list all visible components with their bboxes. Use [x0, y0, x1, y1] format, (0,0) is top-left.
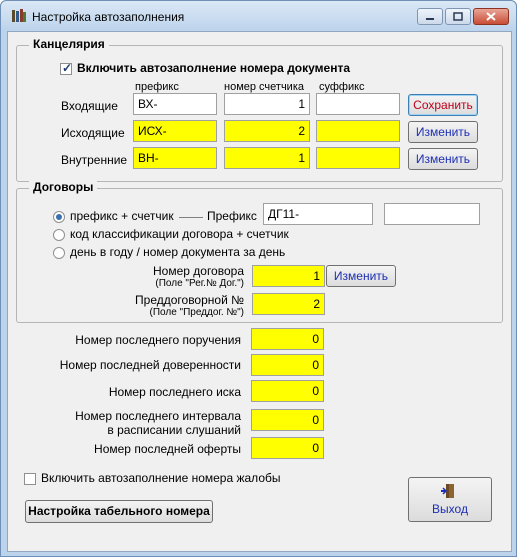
last-offer-field[interactable]: 0 [251, 437, 324, 459]
last-interval-label: Номер последнего интервала в расписании … [75, 409, 241, 437]
internal-counter-field[interactable]: 1 [224, 147, 310, 169]
complaint-label: Включить автозаполнение номера жалобы [41, 471, 281, 485]
radio-day-of-year[interactable] [53, 247, 65, 259]
outgoing-suffix-field[interactable] [316, 120, 400, 142]
contracts-legend: Договоры [29, 180, 98, 194]
radio-prefix-counter-label: префикс + счетчик [70, 209, 174, 223]
last-lawsuit-label: Номер последнего иска [108, 385, 241, 399]
contract-change-button[interactable]: Изменить [326, 265, 396, 287]
radio-prefix-counter[interactable] [53, 211, 65, 223]
books-icon [12, 9, 26, 22]
last-order-field[interactable]: 0 [251, 328, 324, 350]
close-icon [486, 12, 496, 21]
office-group: Канцелярия Включить автозаполнение номер… [16, 37, 503, 182]
minimize-icon [426, 18, 434, 20]
title-bar: Настройка автозаполнения [1, 1, 516, 31]
contract-suffix-field[interactable] [384, 203, 480, 225]
radio-classification-code-label: код классификации договора + счетчик [70, 227, 289, 241]
last-lawsuit-field[interactable]: 0 [251, 380, 324, 402]
internal-prefix-field[interactable]: ВН- [133, 147, 217, 169]
settings-window: Настройка автозаполнения Канцелярия Вклю… [0, 0, 517, 557]
row-incoming-label: Входящие [61, 99, 118, 113]
col-prefix-header: префикс [135, 81, 179, 93]
exit-label: Выход [432, 502, 468, 516]
incoming-suffix-field[interactable] [316, 93, 400, 115]
tab-number-settings-button[interactable]: Настройка табельного номера [25, 500, 213, 523]
radio-classification-code[interactable] [53, 229, 65, 241]
incoming-counter-field[interactable]: 1 [224, 93, 310, 115]
prefix-divider [179, 217, 203, 218]
maximize-icon [453, 12, 463, 21]
contract-number-field[interactable]: 1 [252, 265, 325, 287]
outgoing-counter-field[interactable]: 2 [224, 120, 310, 142]
outgoing-prefix-field[interactable]: ИСХ- [133, 120, 217, 142]
enable-doc-number-label: Включить автозаполнение номера документа [77, 61, 351, 75]
enable-doc-number-checkbox[interactable] [60, 61, 72, 75]
incoming-prefix-field[interactable]: ВХ- [133, 93, 217, 115]
close-button[interactable] [473, 8, 509, 25]
complaint-checkbox[interactable] [24, 473, 36, 485]
pre-contract-note: (Поле "Преддог. №") [149, 307, 245, 318]
exit-button[interactable]: Выход [408, 477, 492, 522]
contract-number-note: (Поле "Рег.№ Дог.") [155, 278, 244, 289]
maximize-button[interactable] [445, 8, 471, 25]
save-button[interactable]: Сохранить [408, 94, 478, 116]
row-internal-label: Внутренние [61, 153, 128, 167]
internal-suffix-field[interactable] [316, 147, 400, 169]
internal-change-button[interactable]: Изменить [408, 148, 478, 170]
contract-number-label: Номер договора [153, 264, 244, 278]
outgoing-change-button[interactable]: Изменить [408, 121, 478, 143]
radio-day-of-year-label: день в году / номер документа за день [70, 245, 286, 259]
client-area: Канцелярия Включить автозаполнение номер… [7, 31, 512, 552]
exit-door-icon [441, 484, 454, 498]
col-counter-header: номер счетчика [224, 81, 304, 93]
window-title: Настройка автозаполнения [32, 10, 185, 24]
last-order-label: Номер последнего поручения [75, 333, 241, 347]
contracts-group: Договоры префикс + счетчик Префикс ДГ11-… [16, 180, 503, 323]
last-interval-field[interactable]: 0 [251, 409, 324, 431]
last-proxy-label: Номер последней доверенности [59, 358, 241, 372]
row-outgoing-label: Исходящие [61, 126, 125, 140]
last-proxy-field[interactable]: 0 [251, 354, 324, 376]
col-suffix-header: суффикс [319, 81, 365, 93]
pre-contract-label: Преддоговорной № [135, 293, 244, 307]
contract-prefix-label: Префикс [207, 209, 257, 223]
last-offer-label: Номер последней оферты [94, 442, 241, 456]
minimize-button[interactable] [417, 8, 443, 25]
office-legend: Канцелярия [29, 37, 109, 51]
contract-prefix-field[interactable]: ДГ11- [263, 203, 373, 225]
pre-contract-field[interactable]: 2 [252, 293, 325, 315]
